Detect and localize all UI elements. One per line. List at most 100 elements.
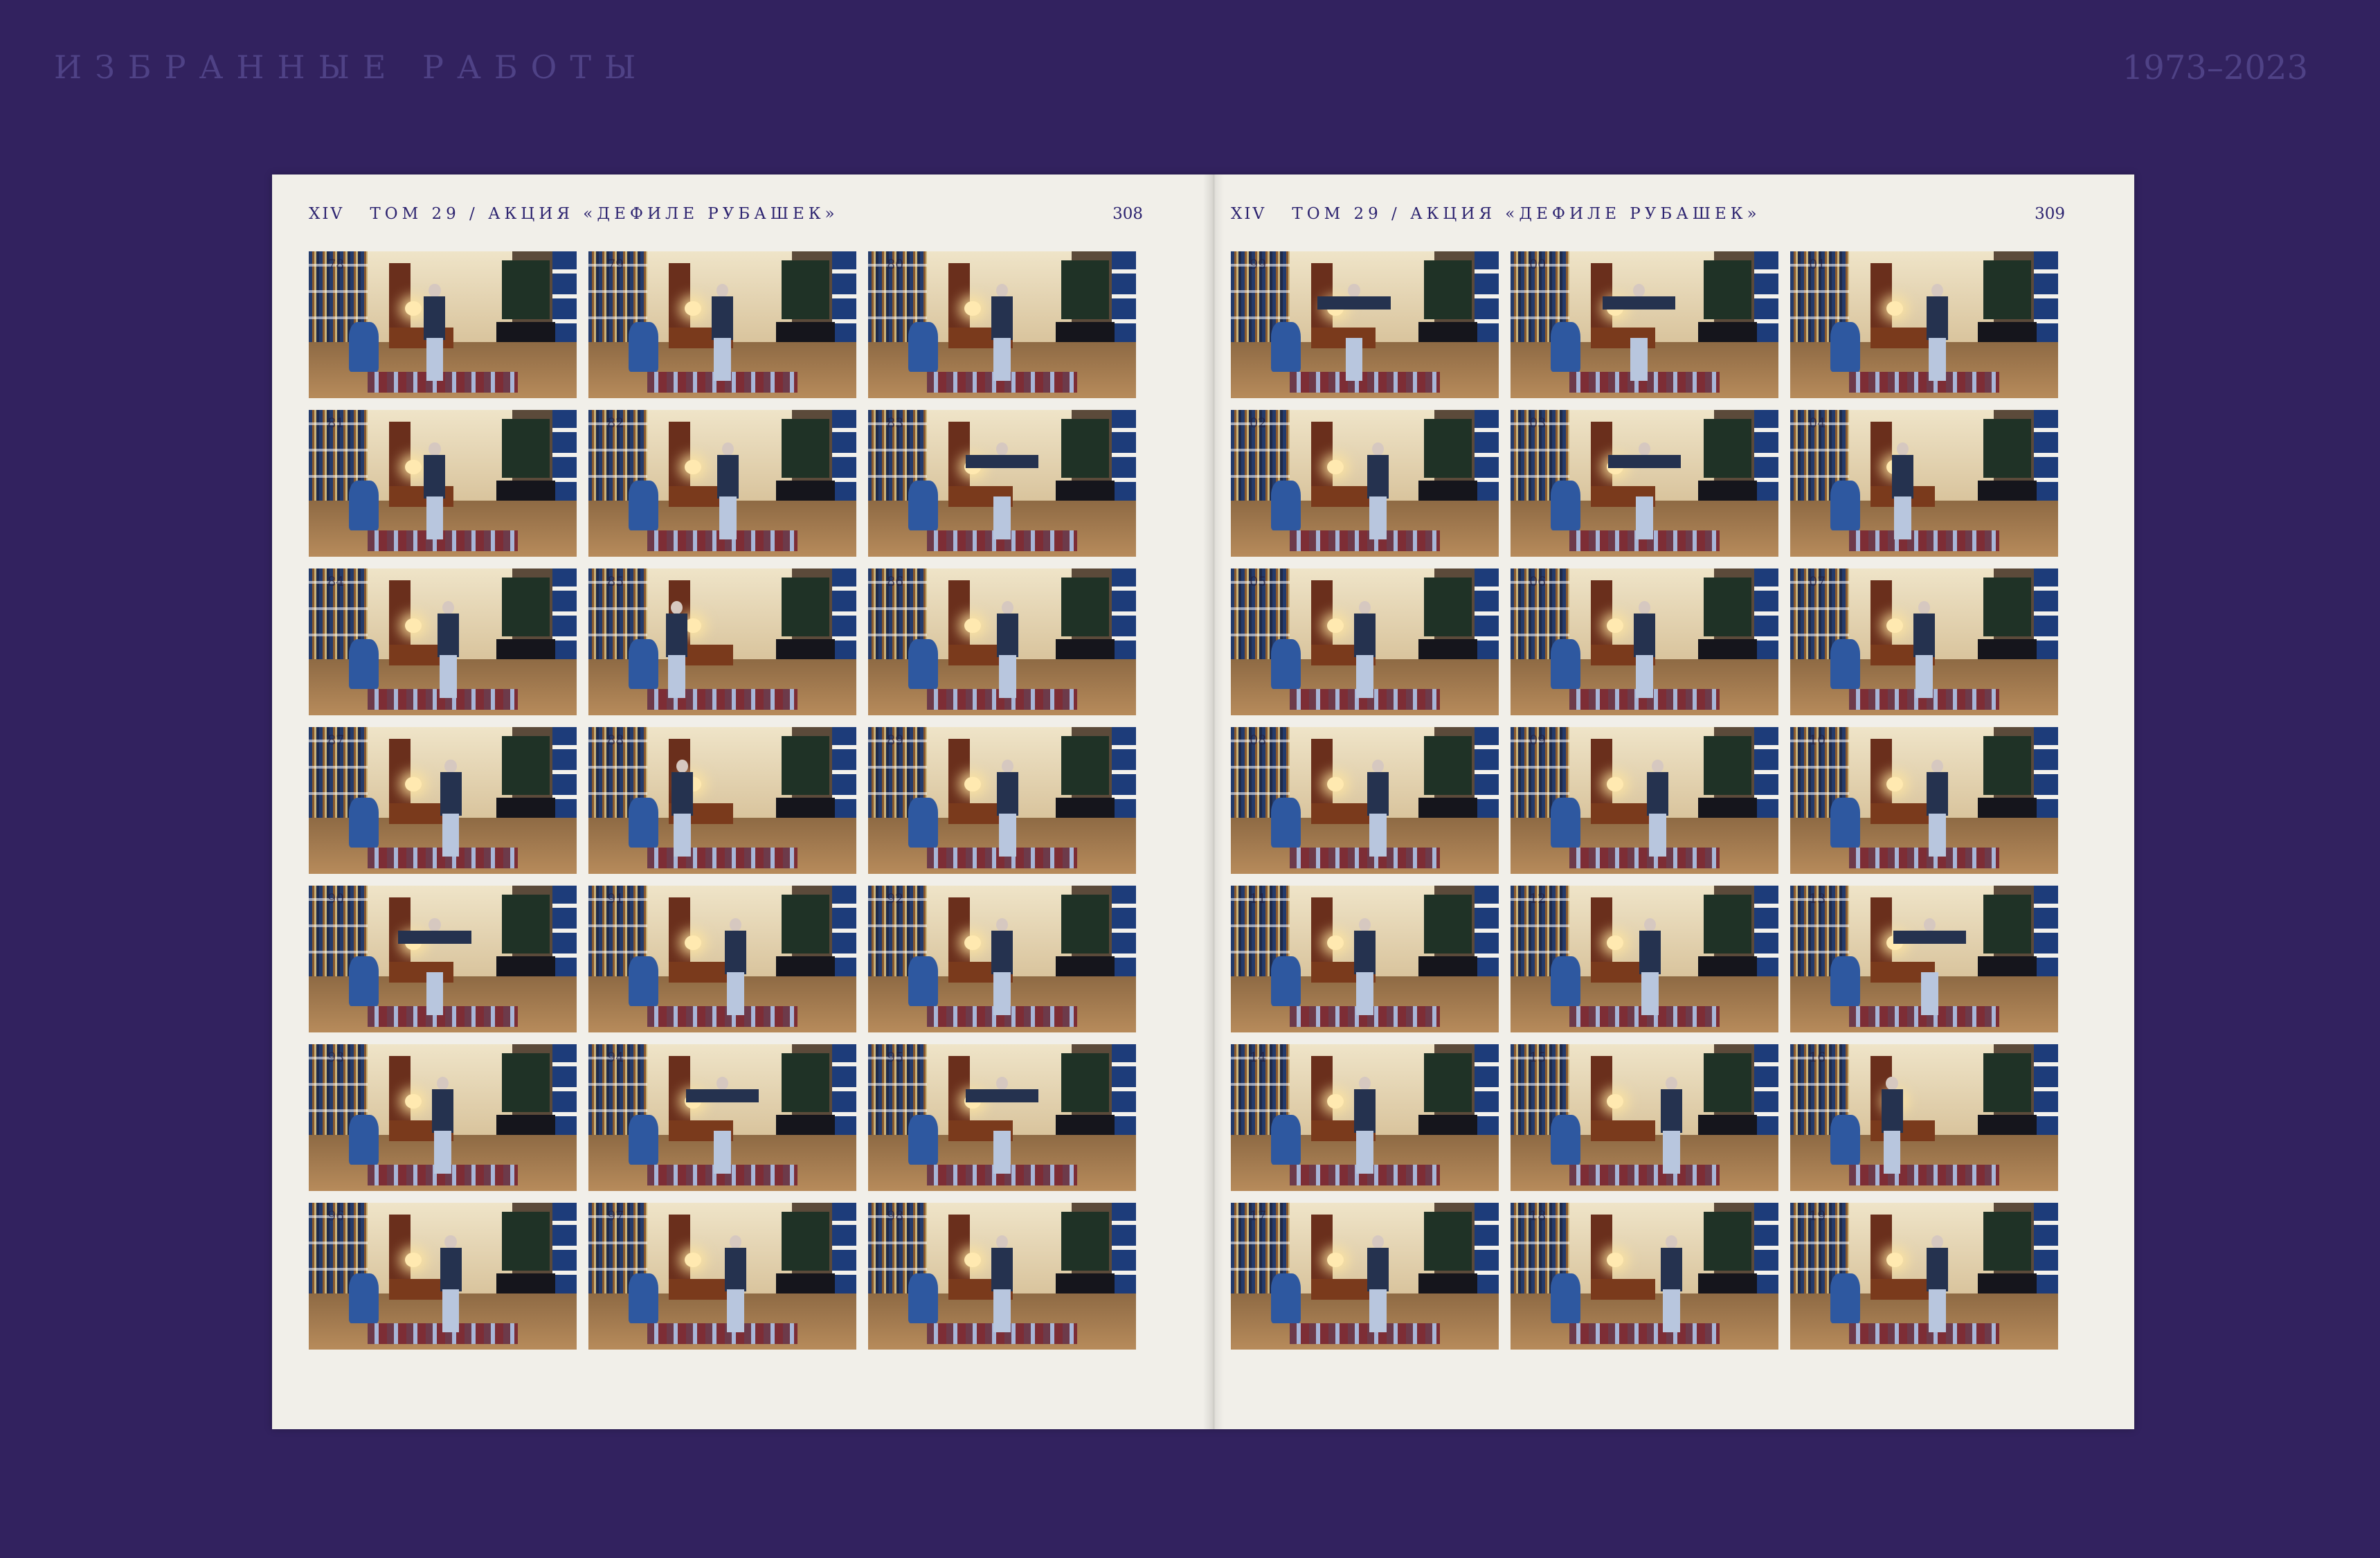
photo-lamp [1607,777,1623,792]
photo-chair [629,797,658,848]
photo-chair [349,321,379,372]
photo-frame: 82 [588,410,856,557]
photo-door [1870,738,1893,812]
photo-table [1870,803,1935,824]
photo-frame: 02 [1231,410,1499,557]
photo-door [948,580,971,654]
photo-painting [781,1053,830,1112]
photo-rug [1849,847,1999,868]
photo-figure [996,600,1018,698]
photo-door [1311,1055,1333,1129]
photo-number: 90 [327,891,345,907]
photo-chair [349,956,379,1006]
photo-frame: 17 [1231,1203,1499,1350]
photo-number: 02 [1250,415,1267,431]
photo-number: 16 [1809,1050,1826,1066]
photo-rug [1290,847,1440,868]
photo-lamp [964,618,981,634]
photo-frame: 91 [588,886,856,1032]
photo-painting [1703,260,1752,319]
photo-frame: 99 [1231,251,1499,398]
photo-lamp [405,777,422,792]
photo-chair [1830,1273,1860,1323]
photo-figure [1660,1076,1682,1174]
photo-chair [1271,1114,1301,1165]
photo-frame: 78 [309,251,577,398]
photo-number: 08 [1250,733,1267,749]
photo-number: 18 [1529,1208,1547,1224]
photo-number: 86 [887,574,904,590]
photo-rug [647,847,797,868]
photo-painting [1061,894,1110,953]
photo-table [1870,1279,1935,1300]
photo-lamp [405,618,422,634]
photo-figure [1893,917,1966,1015]
photo-door [1591,897,1613,971]
photo-number: 91 [607,891,624,907]
photo-frame: 89 [868,727,1136,874]
photo-frame: 93 [309,1044,577,1191]
photo-chair [349,1273,379,1323]
photo-figure [1367,1235,1389,1332]
photo-frame: 79 [588,251,856,398]
photo-door [1591,1214,1613,1288]
photo-painting [1983,1053,2032,1112]
right-page: XIV ТОМ 29 / АКЦИЯ «ДЕФИЛЕ РУБАШЕК» 309 … [1203,174,2134,1429]
photo-painting [781,577,830,636]
page-number: 308 [1112,205,1143,223]
photo-figure [1354,1076,1376,1174]
photo-door [669,897,691,971]
photo-figure [1892,442,1913,539]
photo-number: 82 [607,415,624,431]
photo-lamp [1607,935,1623,951]
photo-frame: 09 [1511,727,1778,874]
photo-number: 97 [607,1208,624,1224]
photo-door [1591,580,1613,654]
photo-lamp [1886,777,1903,792]
photo-frame: 98 [868,1203,1136,1350]
photo-lamp [964,1253,981,1268]
photo-painting [1703,735,1752,795]
photo-lamp [1327,1253,1344,1268]
photo-frame: 97 [588,1203,856,1350]
photo-figure [1367,759,1389,857]
photo-painting [1703,1211,1752,1271]
photo-lamp [1607,618,1623,634]
photo-frame: 90 [309,886,577,1032]
photo-figure [1927,1235,1949,1332]
photo-chair [629,956,658,1006]
photo-number: 84 [327,574,345,590]
photo-frame: 04 [1790,410,2058,557]
photo-chair [908,1114,938,1165]
photo-painting [1423,894,1472,953]
photo-number: 09 [1529,733,1547,749]
photo-frame: 08 [1231,727,1499,874]
photo-painting [1061,735,1110,795]
photo-rug [647,1005,797,1027]
photo-number: 03 [1529,415,1547,431]
section-numeral: XIV [309,205,345,223]
photo-figure [437,600,459,698]
photo-painting [1061,418,1110,478]
photo-rug [1290,1323,1440,1344]
photo-painting [501,735,550,795]
photo-door [1870,580,1893,654]
photo-chair [629,1273,658,1323]
photo-number: 05 [1250,574,1267,590]
photo-painting [1061,577,1110,636]
photo-painting [1423,418,1472,478]
photo-table [1591,803,1655,824]
photo-frame: 86 [868,568,1136,715]
photo-figure [712,283,733,381]
photo-frame: 05 [1231,568,1499,715]
photo-grid: 78 79 80 81 82 83 84 85 86 87 88 89 90 91 92 93 94 95 96 97… [309,251,1136,1350]
photo-number: 06 [1529,574,1547,590]
photo-rug [1290,530,1440,551]
photo-figure [1317,283,1391,381]
photo-number: 79 [607,257,624,273]
photo-chair [1830,797,1860,848]
photo-chair [629,321,658,372]
photo-rug [1849,371,1999,393]
photo-chair [1271,321,1301,372]
photo-figure [440,1235,462,1332]
